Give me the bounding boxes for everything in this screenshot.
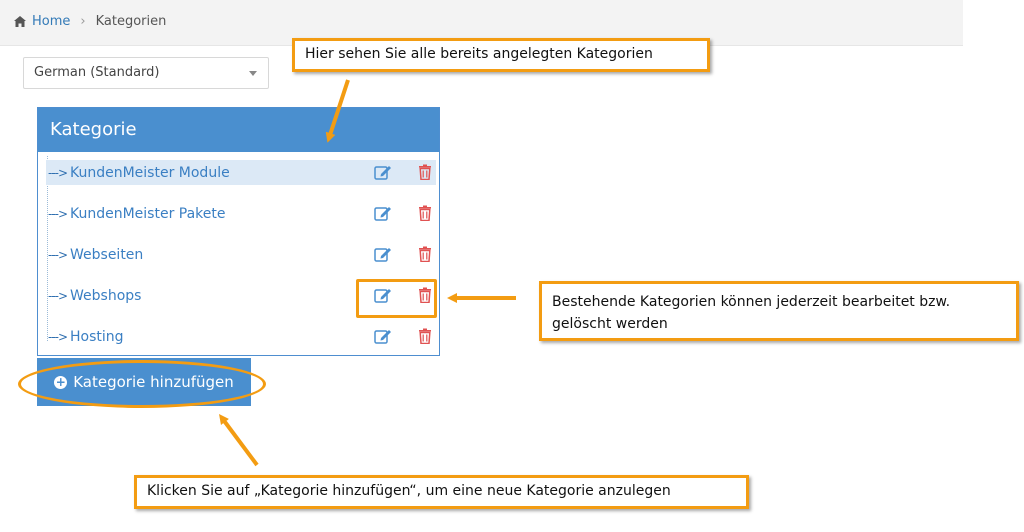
arrow-to-add-button <box>219 413 259 467</box>
arrow-to-list <box>325 79 350 143</box>
callout-list-hint: Hier sehen Sie alle bereits angelegten K… <box>292 38 710 72</box>
annotation-arrows <box>219 79 516 467</box>
callout-actions-hint: Bestehende Kategorien können jederzeit b… <box>539 281 1019 341</box>
callout-add-hint: Klicken Sie auf „Kategorie hinzufügen“, … <box>134 475 749 509</box>
